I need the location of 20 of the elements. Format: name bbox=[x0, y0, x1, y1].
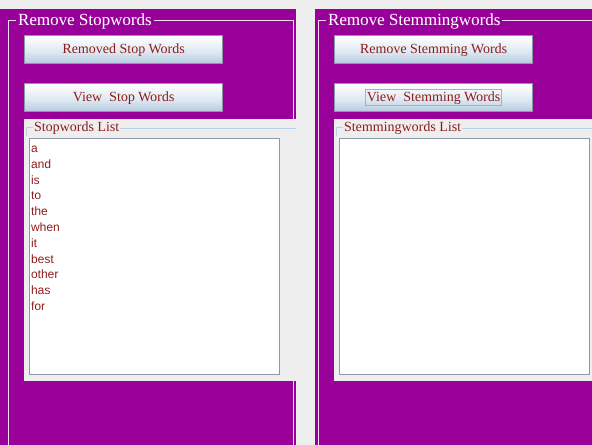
list-item: it bbox=[31, 236, 38, 252]
list-item: is bbox=[31, 172, 41, 188]
list-item: and bbox=[31, 156, 52, 173]
list-item: to bbox=[31, 188, 42, 204]
word-list[interactable]: a and is to the when it best other has for bbox=[29, 138, 280, 375]
list-item: the bbox=[31, 204, 49, 220]
list-item: has bbox=[31, 283, 52, 299]
action-button[interactable]: View Stop Words bbox=[24, 83, 223, 112]
list-item: a bbox=[31, 141, 39, 157]
list-title: Stopwords List bbox=[33, 121, 120, 135]
action-button[interactable]: View Stemming Words bbox=[334, 83, 533, 112]
list-item: for bbox=[31, 298, 46, 315]
list-title: Stemmingwords List bbox=[343, 121, 462, 135]
list-item: when bbox=[31, 220, 61, 236]
panel-title: Remove Stemmingwords bbox=[327, 11, 502, 29]
panel-title: Remove Stopwords bbox=[17, 11, 153, 29]
list-item: best bbox=[31, 252, 55, 268]
action-button[interactable]: Remove Stemming Words bbox=[334, 35, 533, 64]
action-button[interactable]: Removed Stop Words bbox=[24, 35, 223, 64]
list-item: other bbox=[31, 267, 60, 284]
